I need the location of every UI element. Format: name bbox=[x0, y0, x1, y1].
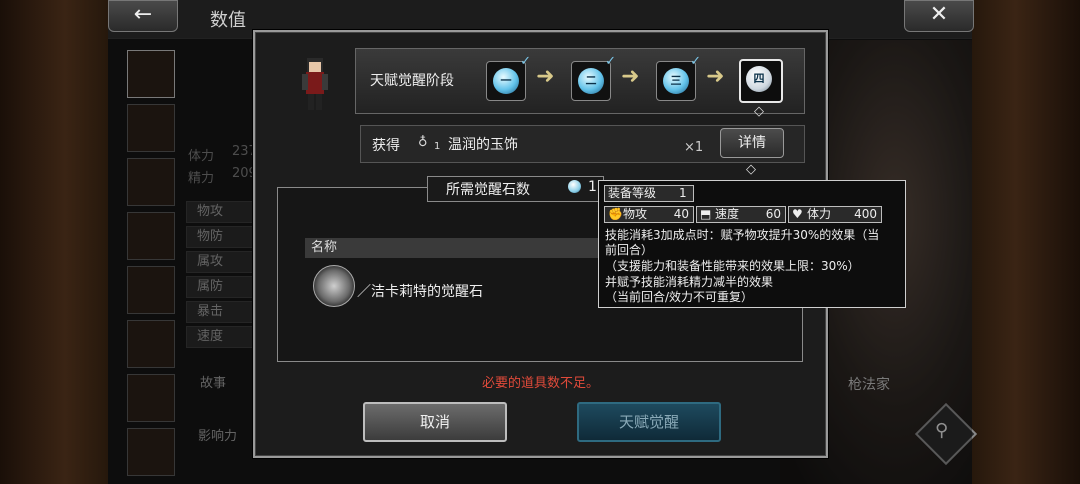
material-name: ／洁卡莉特的觉醒石 bbox=[357, 284, 483, 300]
stage-node-1[interactable]: 一 ✓ bbox=[486, 54, 531, 101]
stage-orb: 三 bbox=[663, 68, 689, 94]
details-button[interactable]: 详情 bbox=[720, 128, 784, 158]
required-stones-bar: 所需觉醒石数 1 bbox=[427, 176, 604, 202]
arrow-right-icon: ➜ bbox=[536, 64, 555, 89]
atk-chip: ✊ 物攻 40 bbox=[604, 206, 694, 223]
warning-text: 必要的道具数不足。 bbox=[482, 376, 600, 391]
right-border bbox=[972, 0, 1080, 484]
cancel-button[interactable]: 取消 bbox=[363, 402, 507, 442]
pin-icon: ◇ bbox=[754, 104, 764, 119]
atk-value: 40 bbox=[673, 207, 689, 221]
awaken-button[interactable]: 天赋觉醒 bbox=[577, 402, 721, 442]
check-icon: ✓ bbox=[605, 54, 616, 69]
back-button[interactable]: ← bbox=[108, 0, 178, 32]
page-title: 数值 bbox=[210, 10, 246, 31]
back-arrow-icon: ← bbox=[133, 2, 153, 27]
character-sprite bbox=[298, 56, 332, 114]
spd-label: 速度 bbox=[715, 207, 740, 221]
stage-orb: 四 bbox=[746, 66, 772, 92]
equip-level-chip: 装备等级 1 bbox=[604, 185, 694, 202]
check-icon: ✓ bbox=[520, 54, 531, 69]
reward-item-num: 1 bbox=[434, 141, 441, 152]
check-icon: ✓ bbox=[690, 54, 701, 69]
arrow-right-icon: ➜ bbox=[706, 64, 725, 89]
hp-value: 400 bbox=[854, 207, 877, 221]
left-border bbox=[0, 0, 108, 484]
level-value: 1 bbox=[679, 186, 687, 200]
stage-orb: 一 bbox=[493, 68, 519, 94]
tooltip-line: （支援能力和装备性能带来的效果上限：30%） bbox=[605, 259, 860, 273]
atk-label: 物攻 bbox=[623, 207, 648, 221]
speed-chip: ⬒ 速度 60 bbox=[696, 206, 786, 223]
stage-node-2[interactable]: 二 ✓ bbox=[571, 54, 616, 101]
close-icon: ✕ bbox=[929, 2, 949, 27]
stage-node-4-selected[interactable]: 四 bbox=[739, 59, 783, 103]
heart-icon: ♥ bbox=[792, 207, 803, 221]
level-label: 装备等级 bbox=[608, 186, 657, 200]
fist-icon: ✊ bbox=[608, 207, 623, 221]
pin-icon: ◇ bbox=[746, 162, 756, 177]
stage-node-3[interactable]: 三 ✓ bbox=[656, 54, 701, 101]
reward-label: 获得 bbox=[372, 138, 400, 154]
tooltip-line: （当前回合/效力不可重复） bbox=[605, 290, 754, 304]
stage-label: 天赋觉醒阶段 bbox=[370, 73, 454, 89]
close-button[interactable]: ✕ bbox=[904, 0, 974, 32]
spd-value: 60 bbox=[765, 207, 781, 221]
materials-header: 名称 bbox=[305, 238, 629, 258]
hp-chip: ♥ 体力 400 bbox=[788, 206, 882, 223]
hp-label: 体力 bbox=[807, 207, 832, 221]
accessory-icon: ♁ bbox=[418, 135, 428, 150]
required-label: 所需觉醒石数 bbox=[446, 182, 530, 198]
tooltip-line: 前回合） bbox=[605, 243, 654, 257]
reward-item-name: 温润的玉饰 bbox=[448, 137, 518, 153]
stage-orb: 二 bbox=[578, 68, 604, 94]
awakening-stone-icon bbox=[568, 180, 581, 193]
boot-icon: ⬒ bbox=[700, 207, 712, 221]
arrow-right-icon: ➜ bbox=[621, 64, 640, 89]
required-count: 1 bbox=[588, 179, 597, 195]
awakening-stone-icon[interactable] bbox=[313, 265, 355, 307]
reward-count: ×1 bbox=[684, 140, 704, 155]
